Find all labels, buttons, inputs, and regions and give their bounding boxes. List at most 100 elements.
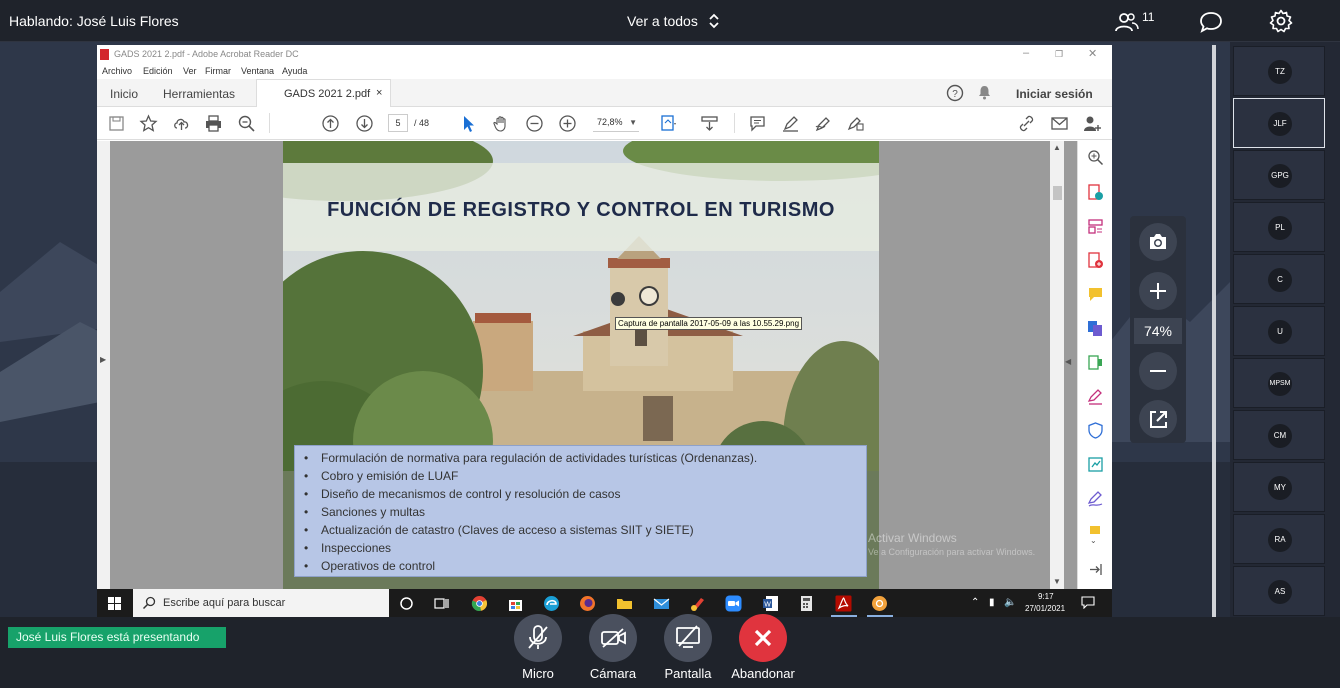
tray-expand-icon[interactable]: ⌃	[971, 597, 979, 608]
menu-edicion[interactable]: Edición	[143, 66, 173, 76]
close-tab-icon[interactable]: ×	[376, 87, 382, 99]
star-icon[interactable]	[139, 114, 158, 133]
zoom-in-button[interactable]	[1139, 272, 1177, 310]
combine-files-icon[interactable]	[1087, 320, 1104, 337]
view-all-button[interactable]: Ver a todos	[627, 13, 698, 29]
expand-left-icon[interactable]: ▶	[100, 355, 106, 364]
zoom-level-select[interactable]: 72,8% ▼	[593, 114, 639, 132]
protect-shield-icon[interactable]	[1087, 422, 1104, 439]
scroll-mode-icon[interactable]	[700, 114, 719, 133]
screen-share-button[interactable]	[664, 614, 712, 662]
left-panel-toggle[interactable]: ▶	[97, 141, 110, 589]
share-link-icon[interactable]	[1017, 114, 1036, 133]
notifications-icon[interactable]	[1081, 596, 1095, 609]
minimize-icon[interactable]: –	[1023, 47, 1029, 59]
next-page-icon[interactable]	[355, 114, 374, 133]
document-viewer[interactable]: ▶ FUNCIÓN DE REGISTRO Y CONTROL EN TURIS…	[97, 141, 1077, 589]
participant-tile[interactable]: MPSM	[1233, 358, 1325, 408]
zoom-in-icon[interactable]	[558, 114, 577, 133]
chevron-updown-icon[interactable]	[708, 12, 720, 30]
participant-tile[interactable]: MY	[1233, 462, 1325, 512]
email-icon[interactable]	[1050, 114, 1069, 133]
windows-start-icon[interactable]	[108, 597, 121, 610]
print-icon[interactable]	[204, 114, 223, 133]
edge-icon[interactable]	[543, 595, 560, 612]
paint-icon[interactable]	[689, 595, 706, 612]
page-number-input[interactable]: 5	[388, 114, 408, 132]
store-icon[interactable]	[507, 595, 524, 612]
file-explorer-icon[interactable]	[616, 595, 633, 612]
upload-cloud-icon[interactable]	[172, 114, 191, 133]
chrome-icon[interactable]	[471, 595, 488, 612]
optimize-pdf-icon[interactable]	[1087, 456, 1104, 473]
zoom-app-icon[interactable]	[725, 595, 742, 612]
organize-pages-icon[interactable]	[1087, 218, 1104, 235]
collapse-tools-icon[interactable]	[1087, 561, 1104, 578]
scroll-down-icon[interactable]: ▼	[1053, 577, 1061, 586]
hand-tool-icon[interactable]	[492, 114, 511, 133]
camera-button[interactable]	[589, 614, 637, 662]
participant-tile[interactable]: TZ	[1233, 46, 1325, 96]
mail-icon[interactable]	[653, 595, 670, 612]
taskbar-search-input[interactable]: Escribe aquí para buscar	[133, 589, 389, 617]
vertical-scrollbar[interactable]: ▲ ▼	[1050, 141, 1064, 589]
zoom-out-icon[interactable]	[525, 114, 544, 133]
save-icon[interactable]	[107, 114, 126, 133]
participant-tile[interactable]: C	[1233, 254, 1325, 304]
menu-firmar[interactable]: Firmar	[205, 66, 231, 76]
restore-icon[interactable]: ❐	[1055, 49, 1063, 60]
participant-tile[interactable]: CM	[1233, 410, 1325, 460]
comment-icon[interactable]	[748, 114, 767, 133]
cortana-icon[interactable]	[398, 595, 415, 612]
tab-inicio[interactable]: Inicio	[110, 87, 138, 101]
menu-ayuda[interactable]: Ayuda	[282, 66, 307, 76]
prev-page-icon[interactable]	[321, 114, 340, 133]
scroll-up-icon[interactable]: ▲	[1053, 143, 1061, 152]
panel-divider[interactable]	[1212, 45, 1216, 617]
menu-archivo[interactable]: Archivo	[102, 66, 132, 76]
export-pdf-icon[interactable]	[1087, 184, 1104, 201]
draw-icon[interactable]	[814, 114, 833, 133]
firefox-icon[interactable]	[579, 595, 596, 612]
bell-icon[interactable]	[977, 85, 992, 100]
fit-page-icon[interactable]	[659, 114, 678, 133]
volume-icon[interactable]: 🔈	[1004, 597, 1016, 608]
help-icon[interactable]: ?	[946, 84, 964, 102]
pop-out-button[interactable]	[1139, 400, 1177, 438]
comment-tool-icon[interactable]	[1087, 286, 1104, 303]
scrollbar-thumb[interactable]	[1053, 186, 1062, 200]
zoom-search-icon[interactable]	[1087, 149, 1104, 166]
chat-icon[interactable]	[1199, 10, 1223, 34]
select-cursor-icon[interactable]	[459, 114, 478, 133]
add-user-icon[interactable]	[1083, 114, 1102, 133]
tab-document[interactable]: GADS 2021 2.pdf ×	[256, 79, 391, 107]
participant-tile[interactable]: AS	[1233, 566, 1325, 616]
participant-tile[interactable]: PL	[1233, 202, 1325, 252]
menu-ventana[interactable]: Ventana	[241, 66, 274, 76]
participant-tile[interactable]: JLF	[1233, 98, 1325, 148]
tools-scroll-down-icon[interactable]: ⌄	[1090, 536, 1097, 545]
create-pdf-icon[interactable]	[1087, 252, 1104, 269]
participant-tile[interactable]: U	[1233, 306, 1325, 356]
leave-button[interactable]	[739, 614, 787, 662]
app-orange-icon[interactable]	[871, 595, 888, 612]
tab-herramientas[interactable]: Herramientas	[163, 87, 235, 101]
edit-pdf-icon[interactable]	[1087, 354, 1104, 371]
word-icon[interactable]: W	[762, 595, 779, 612]
participants-icon[interactable]	[1115, 11, 1139, 33]
zoom-out-search-icon[interactable]	[237, 114, 256, 133]
zoom-out-button[interactable]	[1139, 352, 1177, 390]
gear-icon[interactable]	[1269, 9, 1293, 33]
collapse-right-pane-icon[interactable]: ◀	[1065, 357, 1071, 366]
send-for-signature-icon[interactable]	[1087, 490, 1104, 507]
acrobat-icon[interactable]	[835, 595, 852, 612]
fill-and-sign-icon[interactable]	[1087, 388, 1104, 405]
participant-tile[interactable]: GPG	[1233, 150, 1325, 200]
task-view-icon[interactable]	[433, 595, 450, 612]
mic-button[interactable]	[514, 614, 562, 662]
participant-tile[interactable]: RA	[1233, 514, 1325, 564]
fill-sign-icon[interactable]	[846, 114, 865, 133]
sign-in-button[interactable]: Iniciar sesión	[1016, 87, 1093, 101]
close-window-icon[interactable]: ✕	[1088, 47, 1097, 60]
calculator-icon[interactable]	[798, 595, 815, 612]
